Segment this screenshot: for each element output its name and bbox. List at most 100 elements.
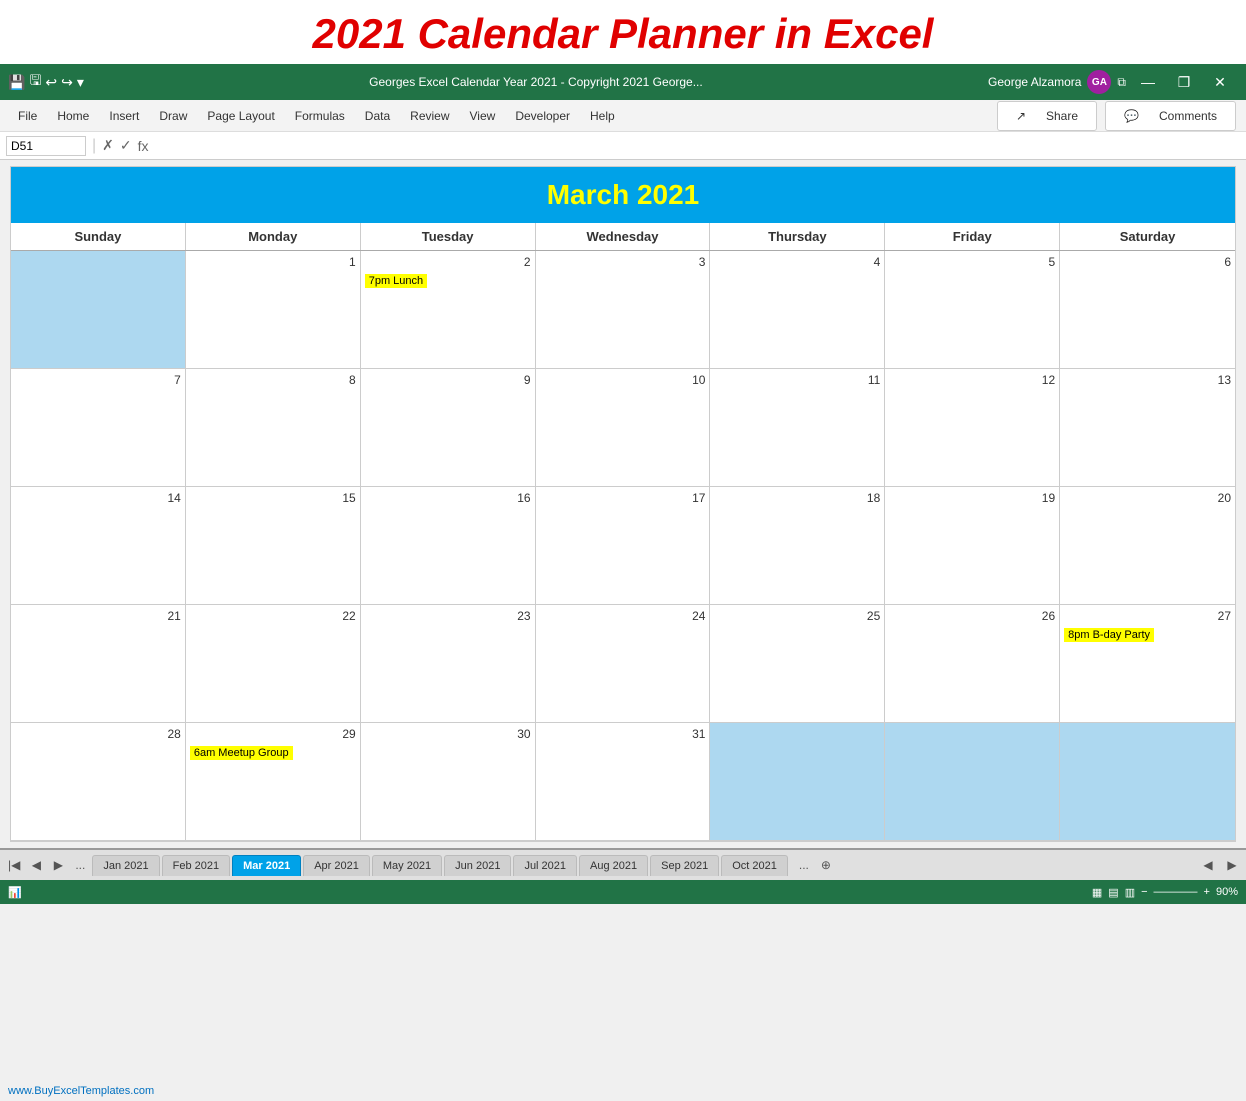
scroll-right[interactable]: ⊕ [816, 858, 836, 872]
scroll-tab-left[interactable]: ◀ [1198, 858, 1218, 872]
menu-insert[interactable]: Insert [101, 105, 147, 127]
cal-cell-4-2[interactable]: 30 [361, 723, 536, 841]
cal-cell-2-6[interactable]: 20 [1060, 487, 1235, 605]
menu-view[interactable]: View [462, 105, 504, 127]
user-avatar: GA [1087, 70, 1111, 94]
day-number: 13 [1064, 373, 1231, 387]
cal-cell-2-0[interactable]: 14 [11, 487, 186, 605]
cal-cell-0-5[interactable]: 5 [885, 251, 1060, 369]
menu-data[interactable]: Data [357, 105, 398, 127]
tab-next[interactable]: ▶ [48, 858, 68, 872]
cal-cell-3-1[interactable]: 22 [186, 605, 361, 723]
cal-cell-4-4[interactable] [710, 723, 885, 841]
zoom-slider[interactable]: ———— [1154, 886, 1198, 898]
menu-help[interactable]: Help [582, 105, 623, 127]
day-headers: Sunday Monday Tuesday Wednesday Thursday… [11, 223, 1235, 251]
status-bar: 📊 ▦ ▤ ▥ − ———— + 90% [0, 880, 1246, 904]
menu-home[interactable]: Home [49, 105, 97, 127]
zoom-out-icon[interactable]: − [1141, 886, 1147, 898]
cal-cell-0-6[interactable]: 6 [1060, 251, 1235, 369]
cal-cell-0-2[interactable]: 27pm Lunch [361, 251, 536, 369]
scroll-tab-right[interactable]: ▶ [1222, 858, 1242, 872]
menu-review[interactable]: Review [402, 105, 457, 127]
cal-cell-3-5[interactable]: 26 [885, 605, 1060, 723]
cal-cell-4-0[interactable]: 28 [11, 723, 186, 841]
day-number: 25 [714, 609, 880, 623]
fx-icon[interactable]: fx [138, 138, 149, 154]
calendar-event[interactable]: 8pm B-day Party [1064, 628, 1154, 642]
save2-icon[interactable]: 🖫 [29, 70, 41, 94]
sheet-tab-4[interactable]: May 2021 [372, 855, 442, 876]
sheet-tab-0[interactable]: Jan 2021 [92, 855, 159, 876]
menu-draw[interactable]: Draw [151, 105, 195, 127]
cal-cell-3-2[interactable]: 23 [361, 605, 536, 723]
menu-file[interactable]: File [10, 105, 45, 127]
day-number: 4 [714, 255, 880, 269]
tab-next-end[interactable]: ... [70, 858, 90, 872]
minimize-button[interactable]: — [1130, 64, 1166, 100]
cancel-formula-icon[interactable]: ✗ [102, 137, 114, 154]
maximize-button[interactable]: ❐ [1166, 64, 1202, 100]
view-layout-icon[interactable]: ▤ [1108, 886, 1118, 899]
tab-prev[interactable]: ◀ [26, 858, 46, 872]
cal-cell-0-4[interactable]: 4 [710, 251, 885, 369]
cal-cell-0-1[interactable]: 1 [186, 251, 361, 369]
cal-cell-1-1[interactable]: 8 [186, 369, 361, 487]
cal-cell-2-1[interactable]: 15 [186, 487, 361, 605]
ribbon-menu: File Home Insert Draw Page Layout Formul… [0, 100, 1246, 132]
cal-cell-2-2[interactable]: 16 [361, 487, 536, 605]
window-icon[interactable]: ⧉ [1117, 75, 1126, 90]
save-icon[interactable]: 💾 [8, 74, 25, 91]
cal-cell-1-0[interactable]: 7 [11, 369, 186, 487]
menu-pagelayout[interactable]: Page Layout [199, 105, 282, 127]
day-number: 9 [365, 373, 531, 387]
cell-reference[interactable] [6, 136, 86, 156]
cal-cell-4-6[interactable] [1060, 723, 1235, 841]
cal-cell-4-3[interactable]: 31 [536, 723, 711, 841]
formula-input[interactable] [153, 137, 1240, 155]
cal-cell-1-6[interactable]: 13 [1060, 369, 1235, 487]
status-left: 📊 [8, 886, 22, 899]
cal-cell-3-3[interactable]: 24 [536, 605, 711, 723]
calendar-event[interactable]: 6am Meetup Group [190, 746, 293, 760]
cal-cell-3-6[interactable]: 278pm B-day Party [1060, 605, 1235, 723]
zoom-in-icon[interactable]: + [1204, 886, 1210, 898]
sheet-tab-2[interactable]: Mar 2021 [232, 855, 301, 876]
cal-cell-4-1[interactable]: 296am Meetup Group [186, 723, 361, 841]
cal-cell-2-3[interactable]: 17 [536, 487, 711, 605]
menu-developer[interactable]: Developer [507, 105, 578, 127]
calendar-event[interactable]: 7pm Lunch [365, 274, 427, 288]
sheet-tab-7[interactable]: Aug 2021 [579, 855, 648, 876]
comments-button[interactable]: 💬 Comments [1105, 101, 1236, 131]
confirm-formula-icon[interactable]: ✓ [120, 137, 132, 154]
add-sheet-button[interactable]: ... [794, 858, 814, 872]
cal-cell-3-0[interactable]: 21 [11, 605, 186, 723]
cal-cell-0-3[interactable]: 3 [536, 251, 711, 369]
cal-cell-0-0[interactable] [11, 251, 186, 369]
view-normal-icon[interactable]: ▦ [1092, 886, 1102, 899]
cal-cell-3-4[interactable]: 25 [710, 605, 885, 723]
dropdown-icon[interactable]: ▾ [77, 74, 84, 91]
undo-icon[interactable]: ↩ [45, 74, 57, 91]
sheet-tab-8[interactable]: Sep 2021 [650, 855, 719, 876]
cal-cell-2-5[interactable]: 19 [885, 487, 1060, 605]
cal-cell-1-2[interactable]: 9 [361, 369, 536, 487]
share-button[interactable]: ↗ Share [997, 101, 1097, 131]
view-break-icon[interactable]: ▥ [1125, 886, 1135, 899]
tab-prev-start[interactable]: |◀ [4, 858, 24, 872]
close-button[interactable]: ✕ [1202, 64, 1238, 100]
day-number: 6 [1064, 255, 1231, 269]
status-right: ▦ ▤ ▥ − ———— + 90% [1092, 886, 1238, 899]
sheet-tab-9[interactable]: Oct 2021 [721, 855, 788, 876]
cal-cell-1-4[interactable]: 11 [710, 369, 885, 487]
cal-cell-2-4[interactable]: 18 [710, 487, 885, 605]
redo-icon[interactable]: ↪ [61, 74, 73, 91]
sheet-tab-5[interactable]: Jun 2021 [444, 855, 511, 876]
sheet-tab-6[interactable]: Jul 2021 [513, 855, 577, 876]
sheet-tab-3[interactable]: Apr 2021 [303, 855, 370, 876]
cal-cell-1-5[interactable]: 12 [885, 369, 1060, 487]
sheet-tab-1[interactable]: Feb 2021 [162, 855, 230, 876]
cal-cell-1-3[interactable]: 10 [536, 369, 711, 487]
cal-cell-4-5[interactable] [885, 723, 1060, 841]
menu-formulas[interactable]: Formulas [287, 105, 353, 127]
